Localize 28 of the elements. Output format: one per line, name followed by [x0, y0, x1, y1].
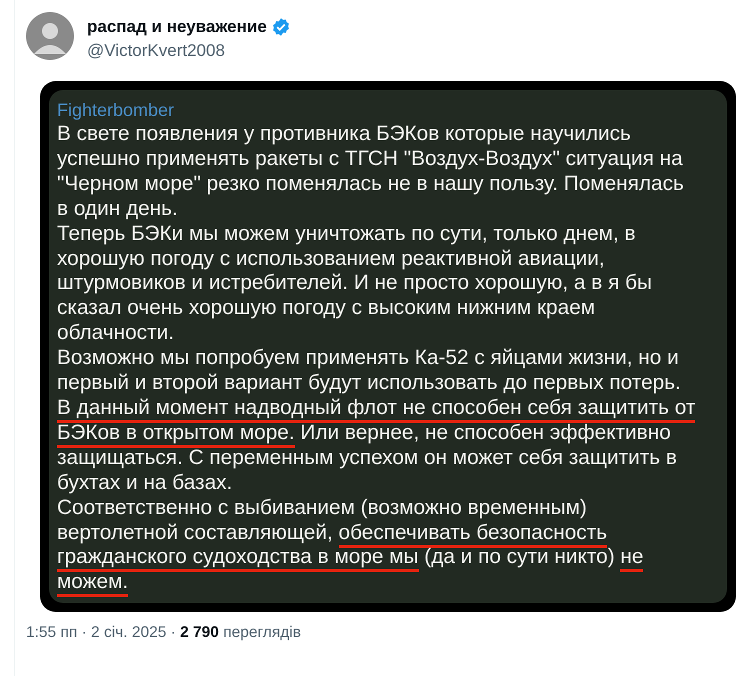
message-text: сказал очень хорошую погоду с высоким нижним краем [57, 296, 596, 320]
message-text: (да и по сути никто) [423, 545, 616, 570]
underlined-text: обеспечивать безопасность [338, 520, 608, 548]
message-text: облачности. [57, 321, 174, 346]
message-text: первый и второй вариант будут использовать до первых потерь. [57, 371, 681, 396]
underlined-text: В данный момент надводный флот не способен себя защитить от [57, 396, 696, 423]
message-text: Или вернее, не способен эффективно [299, 420, 671, 445]
message-text: защищаться. С переменным успехом он может себя защитить в [57, 446, 677, 470]
message-text: хорошую погоду с использованием реактивной авиации, [57, 246, 605, 271]
author-handle[interactable]: @VictorKvert2008 [87, 41, 291, 61]
avatar[interactable] [26, 12, 74, 60]
message-text: Теперь БЭКи мы можем уничтожать по сути, только днем, в [57, 222, 636, 246]
underlined-text: гражданского судоходства в море мы [57, 545, 418, 572]
post-meta: 1:55 пп · 2 січ. 2025 · 2 790 переглядів [26, 624, 302, 642]
underlined-text: БЭКов в открытом море. [57, 420, 295, 448]
message-text: Возможно мы попробуем применять Ка-52 с яйцами жизни, но и [57, 346, 679, 370]
message-text: "Черном море" резко поменялась не в нашу пользу. Поменялась [57, 172, 684, 196]
message-text: в один день. [57, 196, 178, 221]
underlined-text: можем. [57, 570, 128, 598]
message-text: штурмовиков и истребителей. И не просто хорошую, а в я бы [57, 271, 652, 296]
author-name[interactable]: распад и неуважение [87, 17, 267, 37]
message-text: вертолетной составляющей, [57, 520, 334, 544]
sender-name: Fighterbomber [57, 99, 176, 122]
message-text: Соответственно с выбиванием (возможно временным) [57, 496, 587, 520]
underlined-text: не [620, 545, 644, 572]
message-text: В свете появления у противника БЭКов которые научились [57, 122, 631, 146]
message-text: бухтах и на базах. [57, 470, 232, 495]
message-text: успешно применять ракеты с ТГСН "Воздух-Воздух" ситуация на [57, 146, 683, 171]
